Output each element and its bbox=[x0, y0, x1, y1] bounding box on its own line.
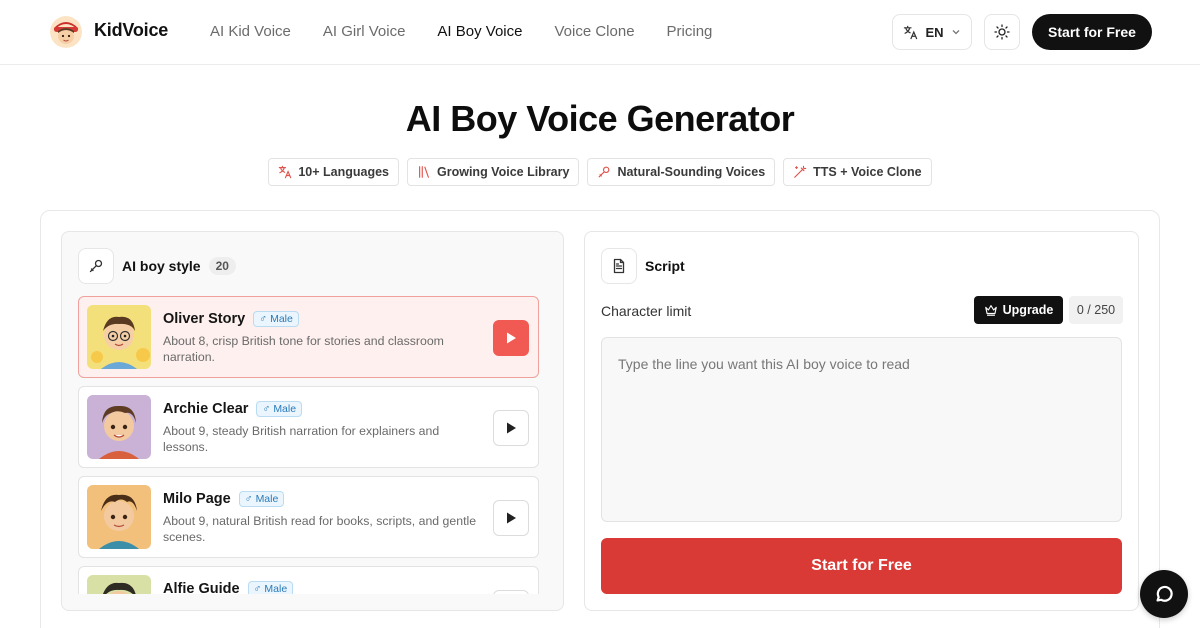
language-selector[interactable]: EN bbox=[892, 14, 972, 50]
gender-badge: ♂ Male bbox=[247, 581, 294, 594]
language-code: EN bbox=[925, 24, 944, 40]
chat-support-button[interactable] bbox=[1140, 570, 1188, 618]
play-button[interactable] bbox=[493, 500, 529, 536]
feature-badges: 10+ Languages Growing Voice Library Natu… bbox=[0, 158, 1200, 186]
sun-icon bbox=[994, 24, 1010, 40]
male-icon: ♂ bbox=[253, 583, 262, 594]
main-nav: AI Kid Voice AI Girl Voice AI Boy Voice … bbox=[210, 23, 712, 40]
play-icon bbox=[507, 512, 516, 524]
gender-badge: ♂ Male bbox=[256, 401, 303, 417]
page-title: AI Boy Voice Generator bbox=[405, 98, 795, 139]
start-for-free-header-button[interactable]: Start for Free bbox=[1032, 14, 1152, 50]
nav-voice-clone[interactable]: Voice Clone bbox=[554, 23, 634, 40]
script-panel-header: Script bbox=[601, 248, 685, 284]
avatar bbox=[87, 575, 151, 594]
male-icon: ♂ bbox=[262, 403, 271, 415]
nav-ai-girl-voice[interactable]: AI Girl Voice bbox=[323, 23, 406, 40]
start-for-free-generate-button[interactable]: Start for Free bbox=[601, 538, 1122, 594]
voice-name: Alfie Guide ♂ Male bbox=[163, 581, 294, 594]
voice-card-oliver-story[interactable]: Oliver Story ♂ Male About 8, crisp Britis… bbox=[78, 296, 539, 378]
feature-tts-voice-clone: TTS + Voice Clone bbox=[783, 158, 932, 186]
feature-natural-voices: Natural-Sounding Voices bbox=[587, 158, 776, 186]
library-icon bbox=[419, 166, 429, 178]
voice-name: Oliver Story ♂ Male bbox=[163, 311, 299, 327]
play-icon bbox=[507, 422, 516, 434]
document-icon bbox=[601, 248, 637, 284]
voice-card-alfie-guide[interactable]: Alfie Guide ♂ Male bbox=[78, 566, 539, 594]
theme-toggle-button[interactable] bbox=[984, 14, 1020, 50]
voice-style-panel: AI boy style 20 Oliver Story ♂ Male Abou… bbox=[61, 231, 564, 611]
gender-badge: ♂ Male bbox=[238, 491, 285, 507]
chevron-down-icon bbox=[952, 30, 959, 35]
crown-icon bbox=[984, 305, 997, 316]
voice-description: About 9, steady British narration for ex… bbox=[163, 424, 440, 454]
play-icon bbox=[507, 332, 516, 344]
mic-icon bbox=[78, 248, 114, 284]
voice-name: Milo Page ♂ Male bbox=[163, 491, 285, 507]
feature-languages: 10+ Languages bbox=[268, 158, 400, 186]
play-button[interactable] bbox=[493, 320, 529, 356]
chat-icon bbox=[1156, 585, 1173, 602]
avatar bbox=[87, 395, 151, 459]
voice-description: About 8, crisp British tone for stories … bbox=[163, 334, 444, 364]
script-panel-title: Script bbox=[645, 258, 685, 274]
voice-card-milo-page[interactable]: Milo Page ♂ Male About 9, natural British… bbox=[78, 476, 539, 558]
play-button[interactable] bbox=[493, 410, 529, 446]
voice-list[interactable]: Oliver Story ♂ Male About 8, crisp Britis… bbox=[78, 296, 539, 594]
nav-pricing[interactable]: Pricing bbox=[667, 23, 713, 40]
voice-panel-header: AI boy style 20 bbox=[78, 248, 236, 284]
script-input[interactable] bbox=[601, 337, 1122, 522]
nav-ai-kid-voice[interactable]: AI Kid Voice bbox=[210, 23, 291, 40]
brand-name[interactable]: KidVoice bbox=[94, 20, 168, 41]
voice-count-badge: 20 bbox=[208, 257, 236, 275]
voice-card-archie-clear[interactable]: Archie Clear ♂ Male About 9, steady Briti… bbox=[78, 386, 539, 468]
voice-panel-title: AI boy style bbox=[122, 258, 201, 274]
character-limit-label: Character limit bbox=[601, 303, 692, 319]
avatar bbox=[87, 485, 151, 549]
script-panel: Script Character limit Upgrade 0 / 250 S… bbox=[584, 231, 1139, 611]
character-count: 0 / 250 bbox=[1069, 296, 1123, 324]
male-icon: ♂ bbox=[259, 313, 268, 325]
gender-badge: ♂ Male bbox=[253, 311, 299, 327]
translate-icon bbox=[279, 165, 292, 179]
voice-name: Archie Clear ♂ Male bbox=[163, 401, 303, 417]
upgrade-button[interactable]: Upgrade bbox=[974, 296, 1063, 324]
play-button[interactable] bbox=[493, 590, 529, 594]
translate-icon bbox=[904, 25, 918, 39]
nav-ai-boy-voice[interactable]: AI Boy Voice bbox=[437, 23, 522, 40]
voice-description: About 9, natural British read for books,… bbox=[163, 514, 477, 544]
avatar bbox=[87, 305, 151, 369]
male-icon: ♂ bbox=[244, 493, 253, 505]
feature-voice-library: Growing Voice Library bbox=[407, 158, 580, 186]
top-navbar: KidVoice AI Kid Voice AI Girl Voice AI B… bbox=[0, 0, 1200, 65]
mic-icon bbox=[599, 166, 610, 178]
kidvoice-logo[interactable] bbox=[50, 16, 82, 48]
wand-icon bbox=[794, 165, 807, 178]
